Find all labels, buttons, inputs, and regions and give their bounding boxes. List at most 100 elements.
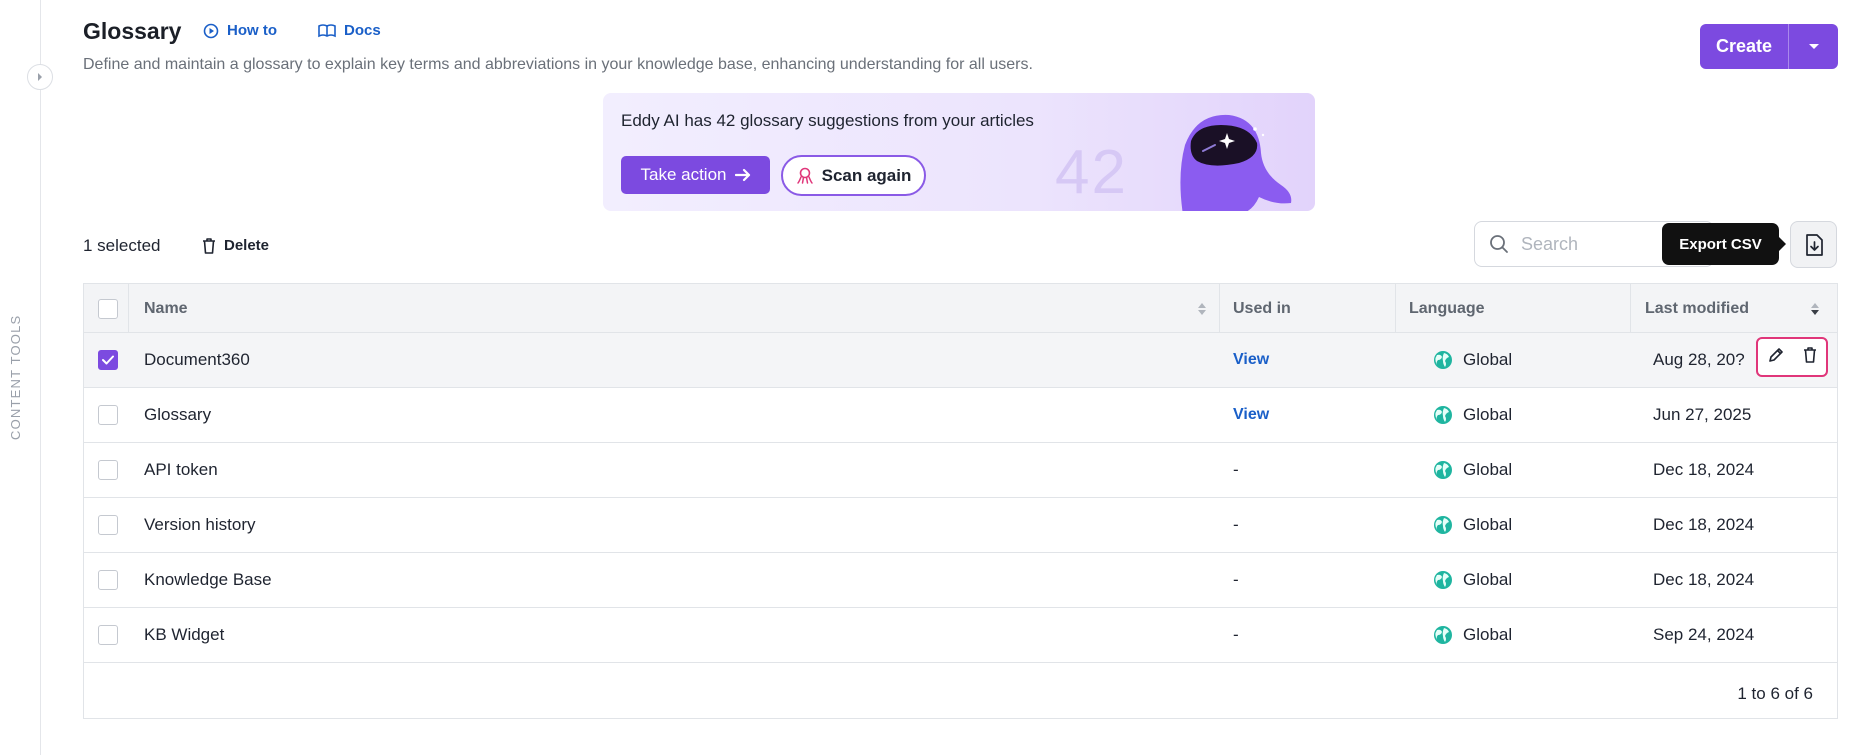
column-header-language: Language	[1409, 299, 1485, 317]
language-cell: Global	[1433, 333, 1512, 387]
export-csv-tooltip: Export CSV	[1662, 223, 1786, 265]
edit-button[interactable]	[1768, 347, 1784, 368]
term-name: Glossary	[144, 405, 212, 424]
language-label: Global	[1463, 625, 1513, 644]
language-cell: Global	[1433, 443, 1512, 497]
language-cell: Global	[1433, 608, 1512, 662]
create-dropdown-button[interactable]	[1788, 24, 1838, 69]
table-row[interactable]: Version history - Global Dec 18, 2024	[84, 498, 1837, 553]
export-csv-button[interactable]	[1790, 221, 1837, 268]
eddy-octopus-icon	[796, 167, 813, 184]
table-row[interactable]: Knowledge Base - Global Dec 18, 2024	[84, 553, 1837, 608]
language-label: Global	[1463, 405, 1513, 424]
used-in-empty: -	[1233, 625, 1239, 644]
row-checkbox[interactable]	[98, 350, 118, 370]
expand-sidebar-button[interactable]	[27, 64, 53, 90]
selection-count: 1 selected	[83, 236, 161, 255]
book-open-icon	[318, 23, 336, 37]
row-delete-button[interactable]	[1803, 346, 1817, 368]
eddy-ai-message: Eddy AI has 42 glossary suggestions from…	[621, 111, 1034, 130]
term-name: Version history	[144, 515, 256, 534]
globe-icon	[1434, 571, 1452, 589]
row-checkbox[interactable]	[98, 460, 118, 480]
page-title: Glossary	[83, 18, 182, 44]
delete-label: Delete	[224, 237, 270, 254]
trash-icon	[203, 237, 215, 254]
how-to-link[interactable]: How to	[203, 22, 277, 39]
term-name: KB Widget	[144, 625, 225, 644]
language-label: Global	[1463, 460, 1513, 479]
take-action-label: Take action	[640, 165, 727, 184]
check-icon	[102, 355, 114, 365]
file-download-icon	[1805, 233, 1823, 256]
last-modified-date: Dec 18, 2024	[1653, 460, 1755, 479]
eddy-ai-suggestions-banner: Eddy AI has 42 glossary suggestions from…	[603, 93, 1315, 211]
row-actions	[1756, 337, 1828, 377]
sort-last-modified-icon[interactable]	[1810, 302, 1820, 316]
language-cell: Global	[1433, 388, 1512, 442]
used-in-empty: -	[1233, 570, 1239, 589]
how-to-label: How to	[227, 22, 277, 39]
last-modified-date: Dec 18, 2024	[1653, 570, 1755, 589]
globe-icon	[1434, 351, 1452, 369]
language-label: Global	[1463, 350, 1513, 369]
row-checkbox[interactable]	[98, 405, 118, 425]
column-header-last-modified[interactable]: Last modified	[1645, 284, 1749, 333]
term-name: Knowledge Base	[144, 570, 272, 589]
row-checkbox[interactable]	[98, 570, 118, 590]
column-header-name[interactable]: Name	[144, 284, 188, 333]
select-all-checkbox-cell	[98, 284, 118, 333]
globe-icon	[1434, 516, 1452, 534]
search-icon	[1490, 235, 1508, 253]
scan-again-button[interactable]: Scan again	[781, 155, 926, 196]
docs-link[interactable]: Docs	[318, 22, 381, 39]
last-modified-date: Dec 18, 2024	[1653, 515, 1755, 534]
used-in-view-link[interactable]: View	[1233, 388, 1269, 442]
last-modified-date: Aug 28, 20?	[1653, 350, 1745, 369]
content-tools-rail: CONTENT TOOLS	[0, 0, 41, 755]
term-name: Document360	[144, 350, 250, 369]
create-button[interactable]: Create	[1700, 24, 1788, 69]
globe-icon	[1434, 461, 1452, 479]
sort-name-icon[interactable]	[1197, 302, 1207, 316]
language-cell: Global	[1433, 553, 1512, 607]
table-row[interactable]: Glossary View Global Jun 27, 2025	[84, 388, 1837, 443]
language-cell: Global	[1433, 498, 1512, 552]
play-circle-icon	[203, 23, 219, 38]
bulk-delete-button[interactable]: Delete	[202, 237, 269, 254]
table-header: Name Used in Language Last modified	[84, 284, 1837, 333]
used-in-empty: -	[1233, 460, 1239, 479]
used-in-view-link[interactable]: View	[1233, 333, 1269, 387]
eddy-mascot-icon	[1180, 114, 1292, 211]
pagination-summary: 1 to 6 of 6	[1737, 684, 1813, 703]
last-modified-date: Jun 27, 2025	[1653, 405, 1752, 424]
arrow-right-icon	[734, 168, 750, 182]
search-input[interactable]	[1521, 233, 1671, 255]
row-checkbox[interactable]	[98, 625, 118, 645]
table-row[interactable]: Document360 View Global Aug 28, 20?	[84, 333, 1837, 388]
take-action-button[interactable]: Take action	[621, 156, 770, 194]
used-in-empty: -	[1233, 515, 1239, 534]
pencil-icon	[1768, 347, 1783, 362]
table-row[interactable]: API token - Global Dec 18, 2024	[84, 443, 1837, 498]
docs-label: Docs	[344, 22, 381, 39]
page-subtitle: Define and maintain a glossary to explai…	[83, 56, 1033, 73]
trash-icon	[1803, 346, 1816, 363]
create-split-button: Create	[1700, 24, 1838, 69]
content-tools-label: CONTENT TOOLS	[8, 314, 23, 440]
term-name: API token	[144, 460, 218, 479]
suggestion-count: 42	[1055, 138, 1128, 207]
chevron-right-icon	[38, 73, 42, 81]
globe-icon	[1434, 626, 1452, 644]
select-all-checkbox[interactable]	[98, 298, 118, 319]
row-checkbox[interactable]	[98, 515, 118, 535]
last-modified-date: Sep 24, 2024	[1653, 625, 1755, 644]
column-header-used-in: Used in	[1233, 299, 1291, 317]
caret-down-icon	[1808, 43, 1819, 49]
language-label: Global	[1463, 570, 1513, 589]
glossary-table: Name Used in Language Last modified Docu…	[83, 283, 1838, 719]
scan-again-label: Scan again	[821, 165, 912, 185]
globe-icon	[1434, 406, 1452, 424]
table-row[interactable]: KB Widget - Global Sep 24, 2024	[84, 608, 1837, 663]
language-label: Global	[1463, 515, 1513, 534]
